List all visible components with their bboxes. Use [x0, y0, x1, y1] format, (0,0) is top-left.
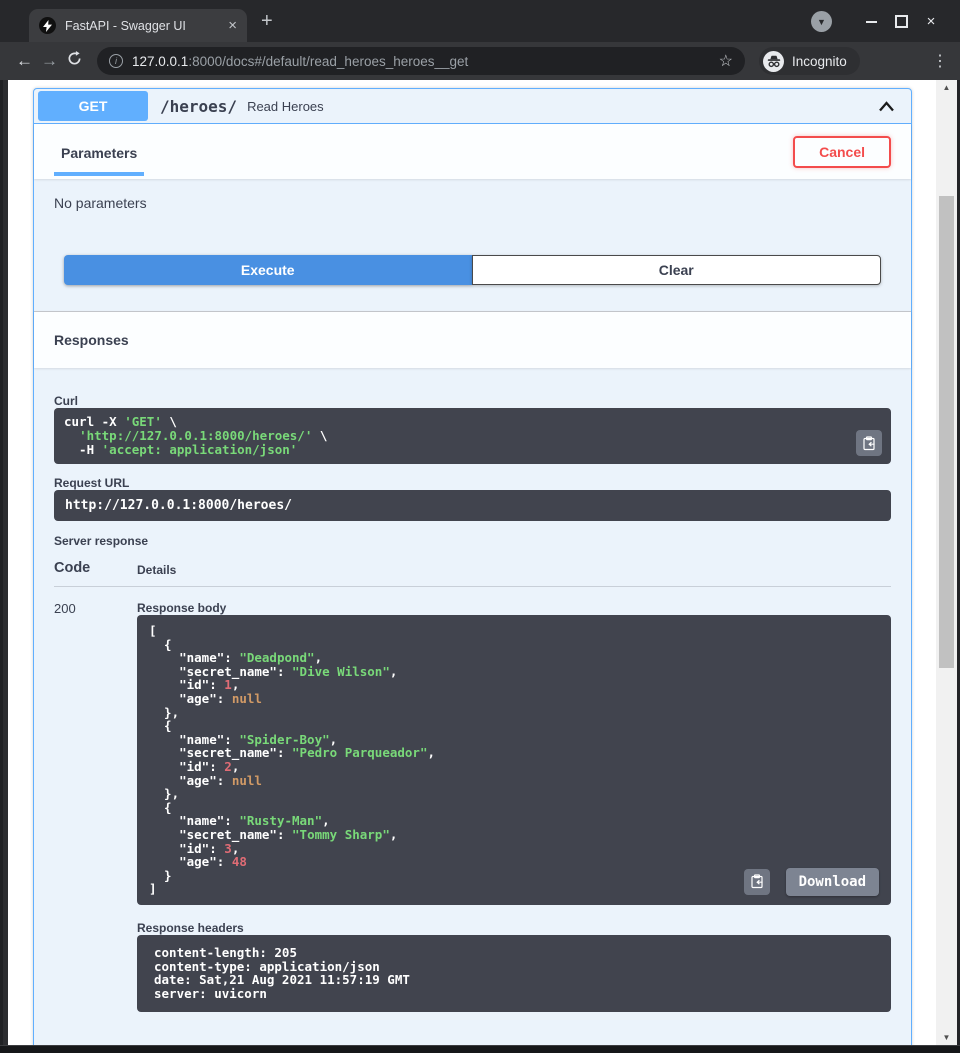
response-table-header: Code Details	[54, 560, 891, 587]
tab-search-button[interactable]: ▼	[811, 11, 832, 32]
url-host: 127.0.0.1	[132, 54, 188, 69]
response-body-code: [ { "name": "Deadpond", "secret_name": "…	[149, 623, 435, 896]
tab-parameters[interactable]: Parameters	[54, 124, 144, 179]
responses-body: Curl curl -X 'GET' \ 'http://127.0.0.1:8…	[34, 368, 911, 1042]
code-column-header: Code	[54, 560, 137, 577]
parameters-tab-label: Parameters	[54, 145, 144, 176]
browser-tab[interactable]: FastAPI - Swagger UI ×	[29, 9, 247, 42]
minimize-button[interactable]	[856, 12, 886, 32]
http-method-badge: GET	[38, 91, 148, 121]
server-response-label: Server response	[54, 534, 891, 548]
opblock-get-heroes: GET /heroes/ Read Heroes Parameters Canc…	[33, 88, 912, 1045]
close-button[interactable]: ×	[916, 12, 946, 32]
collapse-chevron-icon[interactable]	[878, 101, 895, 112]
scrollbar-thumb[interactable]	[939, 196, 954, 668]
back-icon[interactable]: ←	[12, 51, 37, 71]
address-bar[interactable]: i 127.0.0.1:8000/docs#/default/read_hero…	[97, 47, 745, 75]
no-parameters-text: No parameters	[54, 195, 147, 211]
download-button[interactable]: Download	[786, 868, 879, 896]
parameters-body: No parameters	[34, 179, 911, 255]
parameters-header: Parameters Cancel	[34, 124, 911, 179]
window-frame-left	[0, 80, 8, 1045]
execute-wrapper: Execute Clear	[34, 255, 911, 311]
swagger-page: GET /heroes/ Read Heroes Parameters Canc…	[8, 80, 936, 1045]
endpoint-summary: Read Heroes	[247, 99, 324, 114]
browser-toolbar: ← → i 127.0.0.1:8000/docs#/default/read_…	[0, 42, 960, 80]
incognito-icon	[763, 51, 784, 72]
status-code: 200	[54, 601, 137, 1012]
request-url-value: http://127.0.0.1:8000/heroes/	[54, 490, 891, 521]
reload-icon[interactable]	[62, 51, 87, 71]
curl-label: Curl	[54, 394, 891, 408]
scroll-down-arrow-icon[interactable]: ▼	[936, 1030, 957, 1045]
incognito-label: Incognito	[792, 54, 847, 69]
browser-menu-icon[interactable]: ⋮	[932, 51, 948, 71]
response-row: 200 Response body [ { "name": "Deadpond"…	[54, 601, 891, 1012]
url-path: :8000/docs#/default/read_heroes_heroes__…	[188, 54, 468, 69]
request-url-label: Request URL	[54, 476, 891, 490]
fastapi-favicon-icon	[39, 17, 56, 34]
maximize-button[interactable]	[886, 12, 916, 32]
curl-copy-button[interactable]	[856, 430, 882, 456]
bookmark-star-icon[interactable]: ☆	[719, 51, 733, 71]
response-headers-label: Response headers	[137, 921, 891, 935]
responses-header: Responses	[34, 311, 911, 368]
cancel-button[interactable]: Cancel	[793, 136, 891, 168]
window-frame-bottom	[0, 1045, 960, 1053]
response-headers-code: content-length: 205 content-type: applic…	[137, 935, 891, 1012]
server-response-table: Code Details 200 Response body [ { "name…	[54, 560, 891, 1012]
endpoint-path: /heroes/	[160, 97, 237, 116]
incognito-badge: Incognito	[759, 47, 860, 75]
response-body-label: Response body	[137, 601, 891, 615]
tab-close-icon[interactable]: ×	[228, 18, 237, 33]
new-tab-button[interactable]: +	[261, 11, 273, 31]
page-scrollbar[interactable]: ▲ ▼	[936, 80, 957, 1045]
curl-code: curl -X 'GET' \ 'http://127.0.0.1:8000/h…	[54, 408, 891, 464]
forward-icon[interactable]: →	[37, 51, 62, 71]
details-column-header: Details	[137, 560, 176, 577]
response-copy-button[interactable]	[744, 869, 770, 895]
url-text: 127.0.0.1:8000/docs#/default/read_heroes…	[132, 54, 710, 69]
browser-tab-bar: FastAPI - Swagger UI × + ▼ ×	[0, 0, 960, 42]
responses-title: Responses	[54, 332, 129, 348]
execute-button[interactable]: Execute	[64, 255, 472, 285]
page-info-icon[interactable]: i	[109, 54, 123, 68]
tab-title: FastAPI - Swagger UI	[65, 19, 219, 33]
clear-button[interactable]: Clear	[472, 255, 882, 285]
scroll-up-arrow-icon[interactable]: ▲	[936, 80, 957, 95]
opblock-summary[interactable]: GET /heroes/ Read Heroes	[34, 89, 911, 124]
response-body-block: [ { "name": "Deadpond", "secret_name": "…	[137, 615, 891, 905]
